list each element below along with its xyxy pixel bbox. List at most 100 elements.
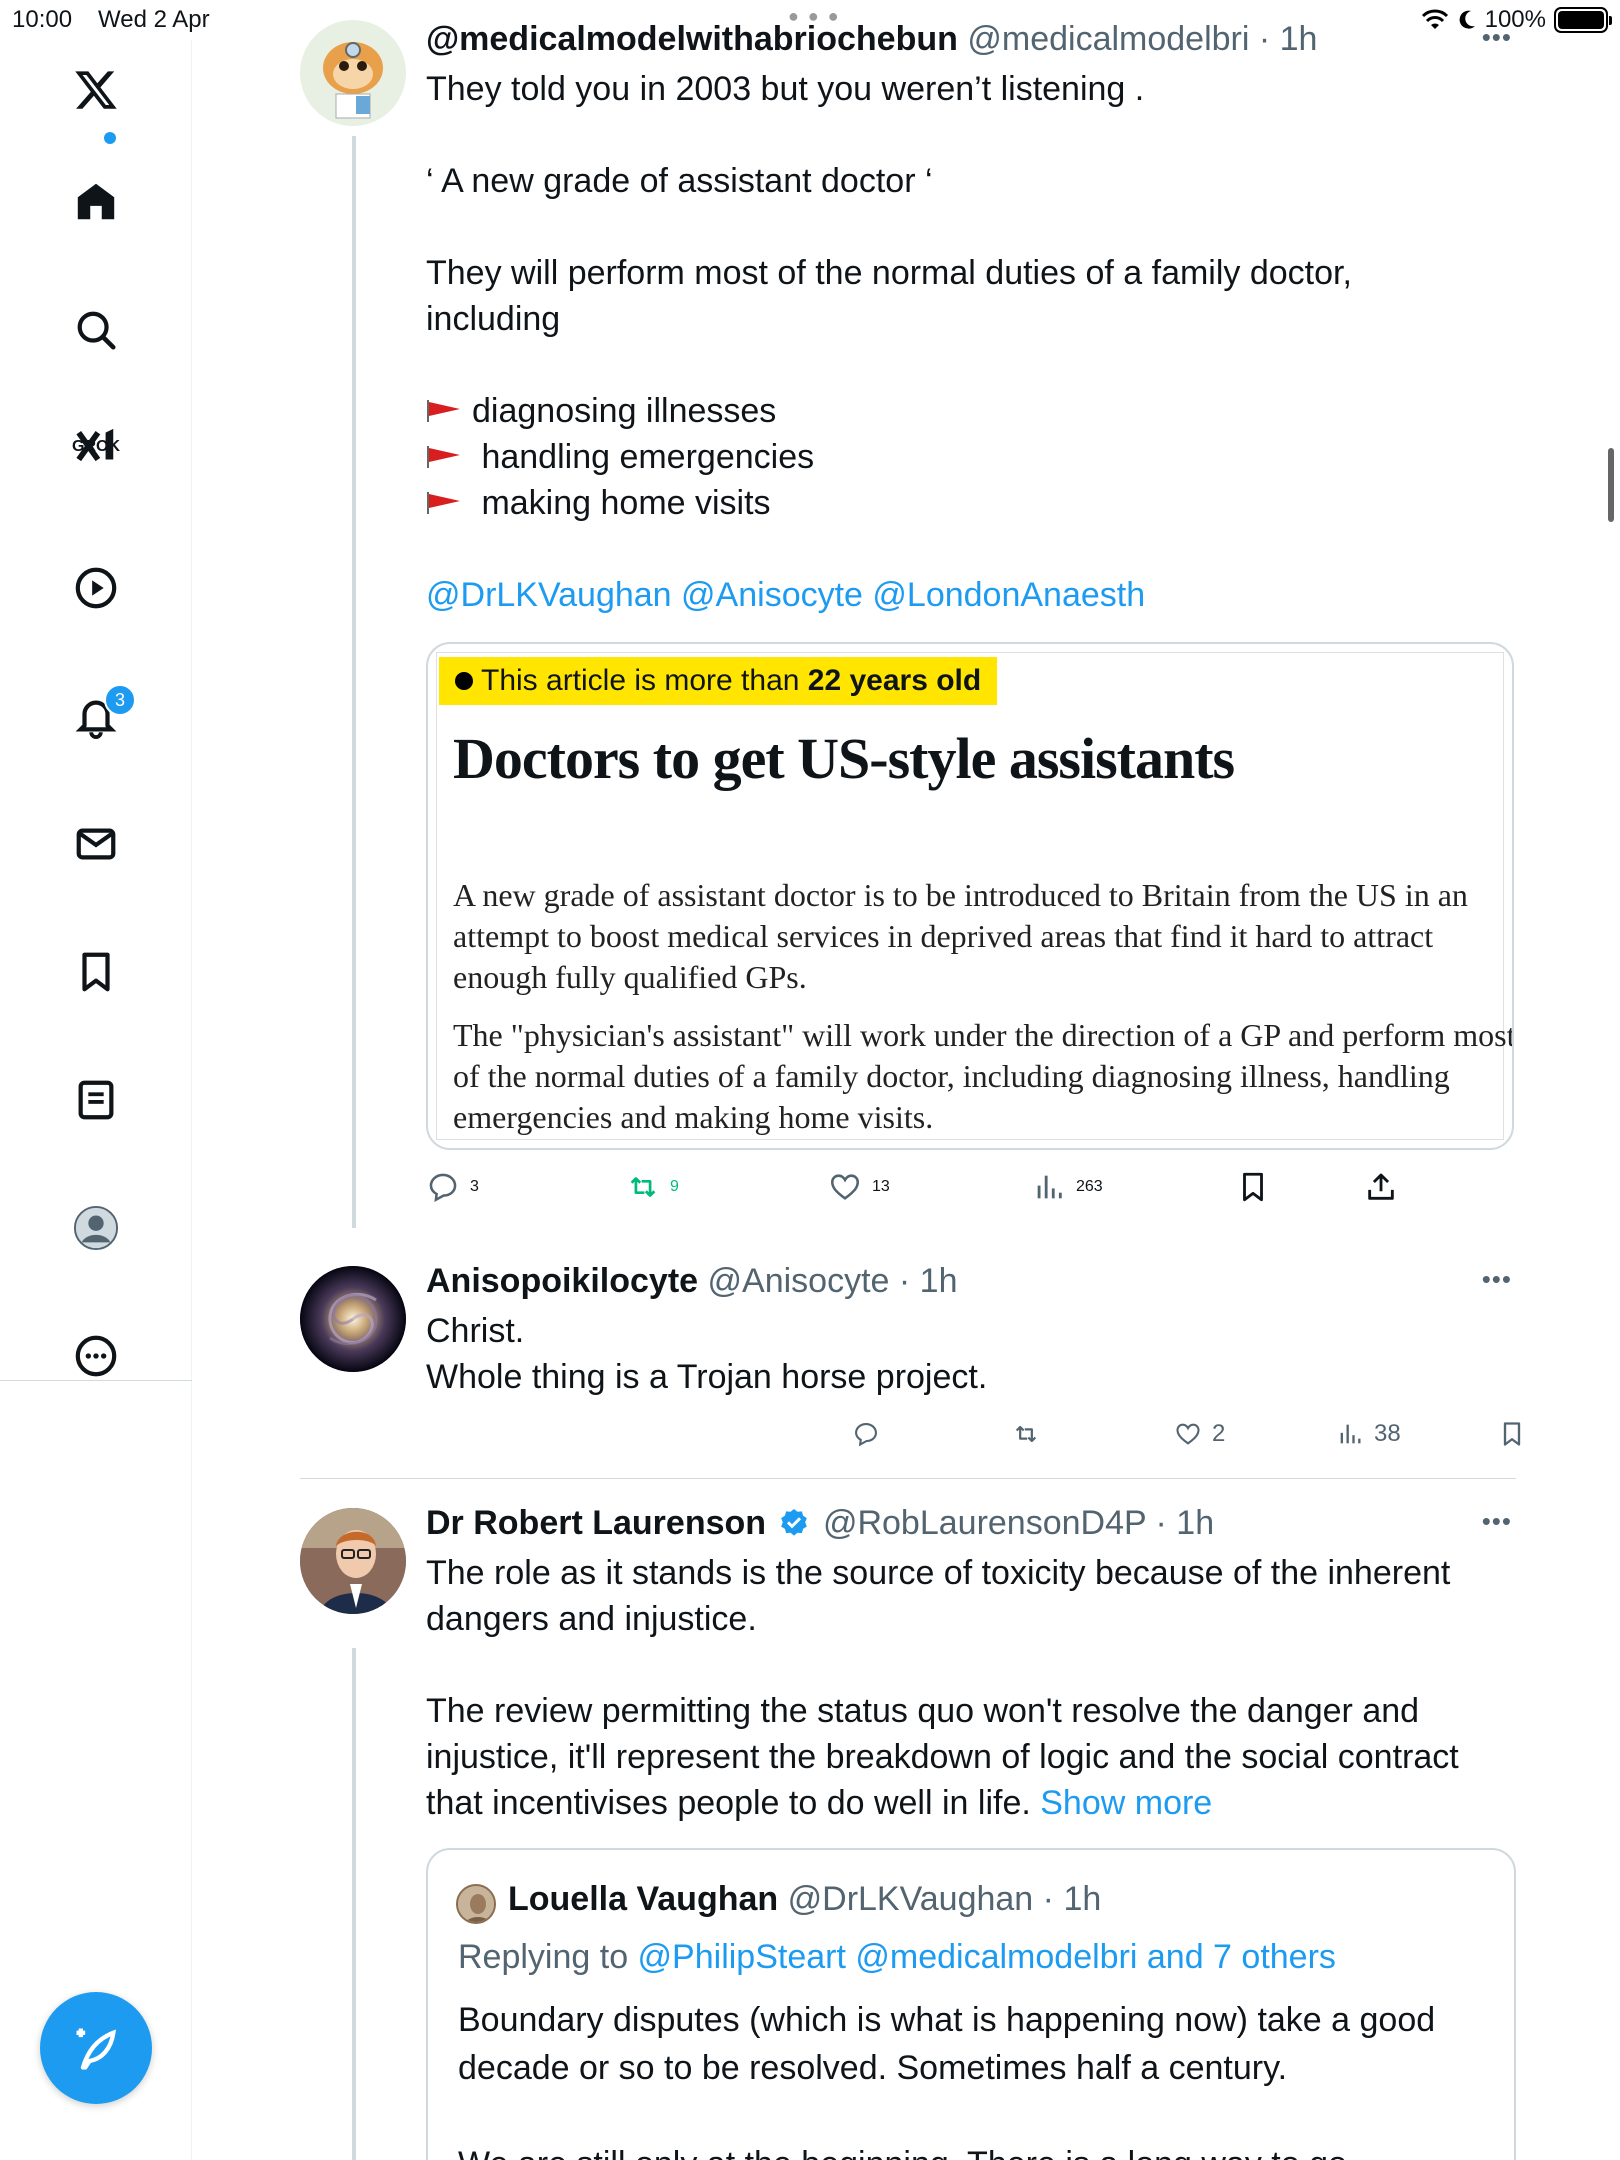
replying-prefix: Replying to (458, 1938, 638, 1976)
like-button[interactable]: 2 (1174, 1420, 1225, 1448)
compose-post-button[interactable] (40, 1992, 152, 2104)
views-button[interactable]: 263 (1032, 1170, 1103, 1204)
mentions-link[interactable]: @DrLKVaughan @Anisocyte @LondonAnaesth (426, 572, 1352, 618)
quote-avatar[interactable] (456, 1884, 496, 1924)
author-name[interactable]: Anisopoikilocyte (426, 1262, 698, 1300)
author-name[interactable]: @medicalmodelwithabriochebun (426, 20, 958, 58)
quote-replying-to: Replying to @PhilipSteart @medicalmodelb… (458, 1938, 1336, 1977)
more-options-icon[interactable] (58, 1318, 134, 1394)
post-time[interactable]: · 1h (1259, 20, 1318, 58)
moon-icon (1459, 10, 1475, 29)
share-button[interactable] (1364, 1170, 1398, 1204)
article-age-banner: This article is more than 22 years old (439, 657, 998, 705)
quote-time: · 1h (1042, 1880, 1102, 1918)
red-flag-icon (427, 446, 460, 468)
lists-icon[interactable] (58, 1062, 134, 1138)
author-handle[interactable]: @Anisocyte (708, 1262, 890, 1300)
battery-icon (1554, 7, 1612, 33)
flag-text: diagnosing illnesses (472, 392, 777, 430)
article-paragraph: The "physician's assistant" will work un… (453, 1017, 1514, 1135)
quote-author-handle[interactable]: @DrLKVaughan (788, 1880, 1034, 1918)
quoted-post[interactable]: Louella Vaughan @DrLKVaughan · 1h Replyi… (426, 1848, 1516, 2160)
avatar[interactable] (300, 1266, 406, 1372)
views-icon (1037, 1175, 1062, 1199)
post-line: The review permitting the status quo won… (426, 1692, 1420, 1730)
reply-count: 3 (470, 1178, 479, 1195)
post-line: including (426, 300, 561, 338)
views-button[interactable]: 38 (1336, 1420, 1401, 1448)
article-card[interactable]: This article is more than 22 years old D… (426, 642, 1514, 1150)
avatar[interactable] (300, 20, 406, 126)
repost-count: 9 (670, 1178, 679, 1195)
post-line (426, 526, 1352, 572)
repost-button[interactable]: 9 (626, 1170, 679, 1204)
heart-icon (1176, 1423, 1200, 1445)
flag-text: handling emergencies (472, 438, 815, 476)
post-line: that incentivises people to do well in l… (426, 1780, 1516, 1826)
author-handle[interactable]: @RobLaurensonD4P (823, 1504, 1146, 1542)
video-icon[interactable] (58, 550, 134, 626)
banner-age: 22 years old (807, 664, 982, 697)
post-line: dangers and injustice. (426, 1600, 757, 1638)
reply-icon (429, 1173, 457, 1203)
red-flag-icon (427, 492, 460, 514)
clock-icon (455, 672, 473, 690)
flag-item: handling emergencies (426, 434, 1352, 480)
thread-line (352, 1648, 356, 2160)
post-line (426, 112, 1352, 158)
bookmark-button[interactable] (1498, 1420, 1526, 1448)
article-paragraph: A new grade of assistant doctor is to be… (453, 877, 1468, 995)
like-button[interactable]: 13 (828, 1170, 890, 1204)
compose-feather-icon (76, 2028, 116, 2070)
post-more-icon[interactable]: ••• (1482, 1264, 1512, 1295)
grok-label: GROK (72, 438, 120, 455)
scrollbar[interactable] (1608, 448, 1614, 522)
post-text: They told you in 2003 but you weren’t li… (426, 66, 1352, 618)
bookmark-icon (1503, 1422, 1521, 1446)
flag-item: making home visits (426, 480, 1352, 526)
post-line: ‘ A new grade of assistant doctor ‘ (426, 162, 933, 200)
post-divider (300, 1478, 1516, 1479)
view-count: 38 (1374, 1420, 1401, 1447)
home-icon[interactable] (58, 164, 134, 240)
share-icon (1368, 1173, 1394, 1200)
bookmark-button[interactable] (1236, 1170, 1270, 1204)
notifications-badge: 3 (104, 684, 136, 716)
quote-text: Boundary disputes (which is what is happ… (458, 1996, 1498, 2160)
like-count: 2 (1212, 1420, 1226, 1447)
post-line (426, 204, 1352, 250)
show-more-link[interactable]: Show more (1040, 1784, 1212, 1822)
bookmarks-icon[interactable] (58, 934, 134, 1010)
reply-button[interactable]: 3 (426, 1170, 479, 1204)
avatar[interactable] (300, 1508, 406, 1614)
bookmark-icon (1243, 1172, 1263, 1202)
article-card-inner: This article is more than 22 years old D… (436, 652, 1512, 1140)
repost-button[interactable] (1012, 1420, 1050, 1448)
quote-line: We are still only at the beginning. Ther… (458, 2140, 1498, 2160)
replying-to-link[interactable]: @PhilipSteart @medicalmodelbri and 7 oth… (638, 1938, 1336, 1976)
banner-text: This article is more than (481, 664, 808, 697)
quote-author-name[interactable]: Louella Vaughan (508, 1880, 778, 1918)
sidebar-divider (0, 1380, 192, 1381)
flag-text: making home visits (472, 484, 771, 522)
quote-line: Boundary disputes (which is what is happ… (458, 2001, 1436, 2039)
status-time: 10:00 (12, 6, 73, 33)
x-logo-icon[interactable] (58, 52, 134, 128)
wifi-icon (1421, 9, 1448, 29)
author-handle[interactable]: @medicalmodelbri (967, 20, 1249, 58)
search-icon[interactable] (58, 292, 134, 368)
thread-line (352, 136, 356, 1228)
profile-avatar-icon[interactable] (58, 1190, 134, 1266)
author-name[interactable]: Dr Robert Laurenson (426, 1504, 766, 1542)
post-line-text: that incentivises people to do well in l… (426, 1784, 1041, 1822)
reply-button[interactable] (852, 1420, 890, 1448)
view-count: 263 (1076, 1178, 1103, 1195)
post-more-icon[interactable]: ••• (1482, 22, 1512, 53)
post-time[interactable]: · 1h (1156, 1504, 1215, 1542)
post-time[interactable]: · 1h (899, 1262, 958, 1300)
post-line: The role as it stands is the source of t… (426, 1554, 1451, 1592)
post-line: Whole thing is a Trojan horse project. (426, 1358, 988, 1396)
post-more-icon[interactable]: ••• (1482, 1506, 1512, 1537)
post-line: injustice, it'll represent the breakdown… (426, 1738, 1459, 1776)
messages-icon[interactable] (58, 806, 134, 882)
